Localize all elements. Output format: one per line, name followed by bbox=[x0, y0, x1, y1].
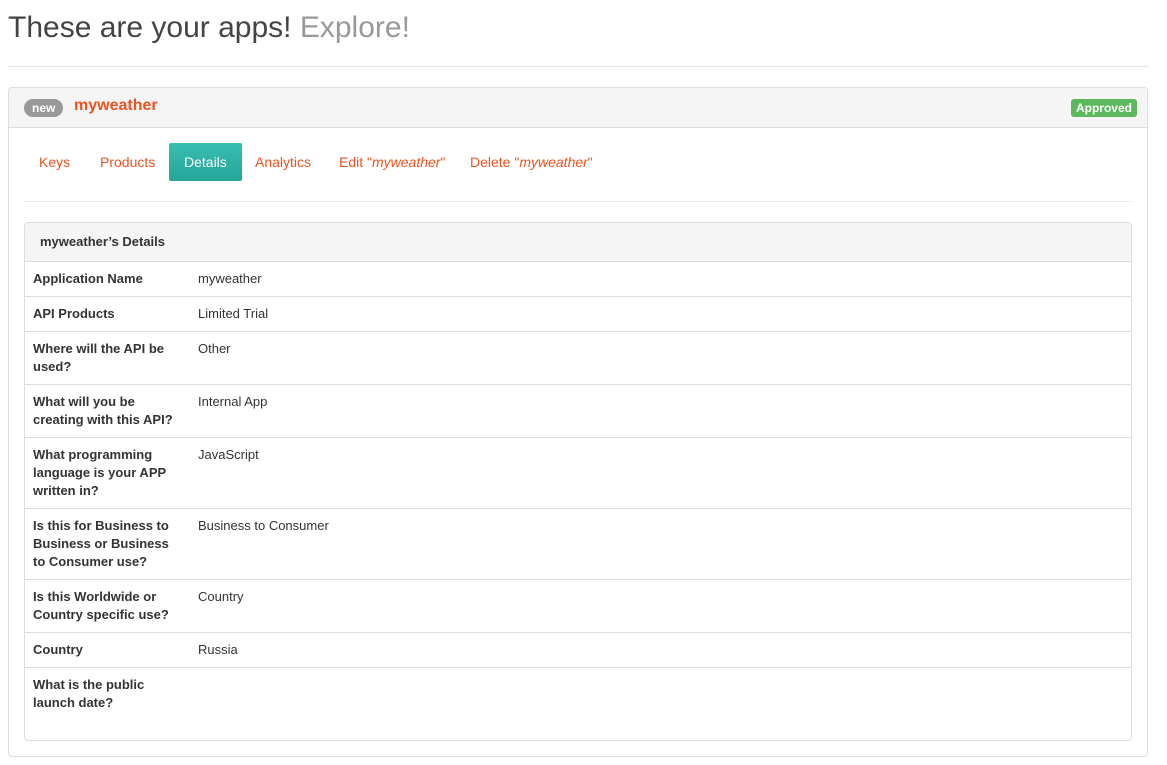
table-row: What is the public launch date? bbox=[25, 668, 1131, 721]
detail-label: Is this Worldwide or Country specific us… bbox=[25, 579, 190, 633]
tab-products[interactable]: Products bbox=[100, 143, 155, 181]
page-title-text: These are your apps! bbox=[8, 11, 292, 44]
tab-edit[interactable]: Edit "myweather" bbox=[339, 143, 445, 181]
app-panel: new myweather Approved Keys Products Det… bbox=[8, 87, 1148, 757]
detail-value bbox=[190, 668, 1131, 721]
tab-analytics[interactable]: Analytics bbox=[255, 143, 311, 181]
page-header: These are your apps! Explore! bbox=[8, 0, 1148, 67]
detail-value: JavaScript bbox=[190, 437, 1131, 509]
table-row: Country Russia bbox=[25, 632, 1131, 668]
tab-details[interactable]: Details bbox=[169, 143, 242, 181]
detail-label: Where will the API be used? bbox=[25, 331, 190, 385]
table-row: API Products Limited Trial bbox=[25, 296, 1131, 332]
tab-delete-app-name: myweather bbox=[519, 154, 588, 170]
explore-link[interactable]: Explore! bbox=[300, 11, 410, 44]
detail-value: Limited Trial bbox=[190, 296, 1131, 332]
detail-value: Other bbox=[190, 331, 1131, 385]
detail-value: Internal App bbox=[190, 384, 1131, 438]
tab-keys[interactable]: Keys bbox=[39, 143, 70, 181]
detail-value: Russia bbox=[190, 632, 1131, 668]
app-name-link[interactable]: myweather bbox=[74, 97, 158, 115]
tab-edit-prefix: Edit " bbox=[339, 154, 372, 170]
detail-label: What is the public launch date? bbox=[33, 677, 145, 710]
tab-delete[interactable]: Delete "myweather" bbox=[470, 143, 593, 181]
table-row: Application Name myweather bbox=[25, 262, 1131, 297]
details-heading: myweather’s Details bbox=[25, 223, 1131, 262]
details-table: Application Name myweather API Products … bbox=[25, 262, 1131, 720]
table-row: Is this Worldwide or Country specific us… bbox=[25, 579, 1131, 633]
table-row: Where will the API be used? Other bbox=[25, 331, 1131, 385]
details-panel: myweather’s Details Application Name myw… bbox=[24, 222, 1132, 741]
tab-edit-app-name: myweather bbox=[371, 154, 441, 170]
tab-delete-suffix: " bbox=[587, 154, 593, 170]
tab-edit-suffix: " bbox=[440, 154, 446, 170]
detail-label: API Products bbox=[25, 296, 190, 332]
table-row: What will you be creating with this API?… bbox=[25, 384, 1131, 438]
detail-label: Application Name bbox=[25, 262, 190, 297]
new-badge: new bbox=[24, 99, 64, 117]
detail-value: Country bbox=[190, 579, 1131, 633]
detail-value: Business to Consumer bbox=[190, 508, 1131, 580]
table-row: Is this for Business to Business or Busi… bbox=[25, 508, 1131, 580]
tab-delete-prefix: Delete " bbox=[470, 154, 520, 170]
status-badge: Approved bbox=[1070, 99, 1137, 117]
detail-label: Country bbox=[25, 632, 190, 668]
app-tabs: Keys Products Details Analytics Edit "my… bbox=[24, 143, 1132, 202]
table-row: What programming language is your APP wr… bbox=[25, 437, 1131, 509]
detail-value: myweather bbox=[190, 262, 1131, 297]
detail-label: Is this for Business to Business or Busi… bbox=[25, 508, 190, 580]
detail-label: What will you be creating with this API? bbox=[25, 384, 190, 438]
page-title: These are your apps! Explore! bbox=[8, 11, 410, 45]
app-panel-heading[interactable]: new myweather Approved bbox=[9, 88, 1147, 128]
detail-label: What programming language is your APP wr… bbox=[25, 437, 190, 509]
